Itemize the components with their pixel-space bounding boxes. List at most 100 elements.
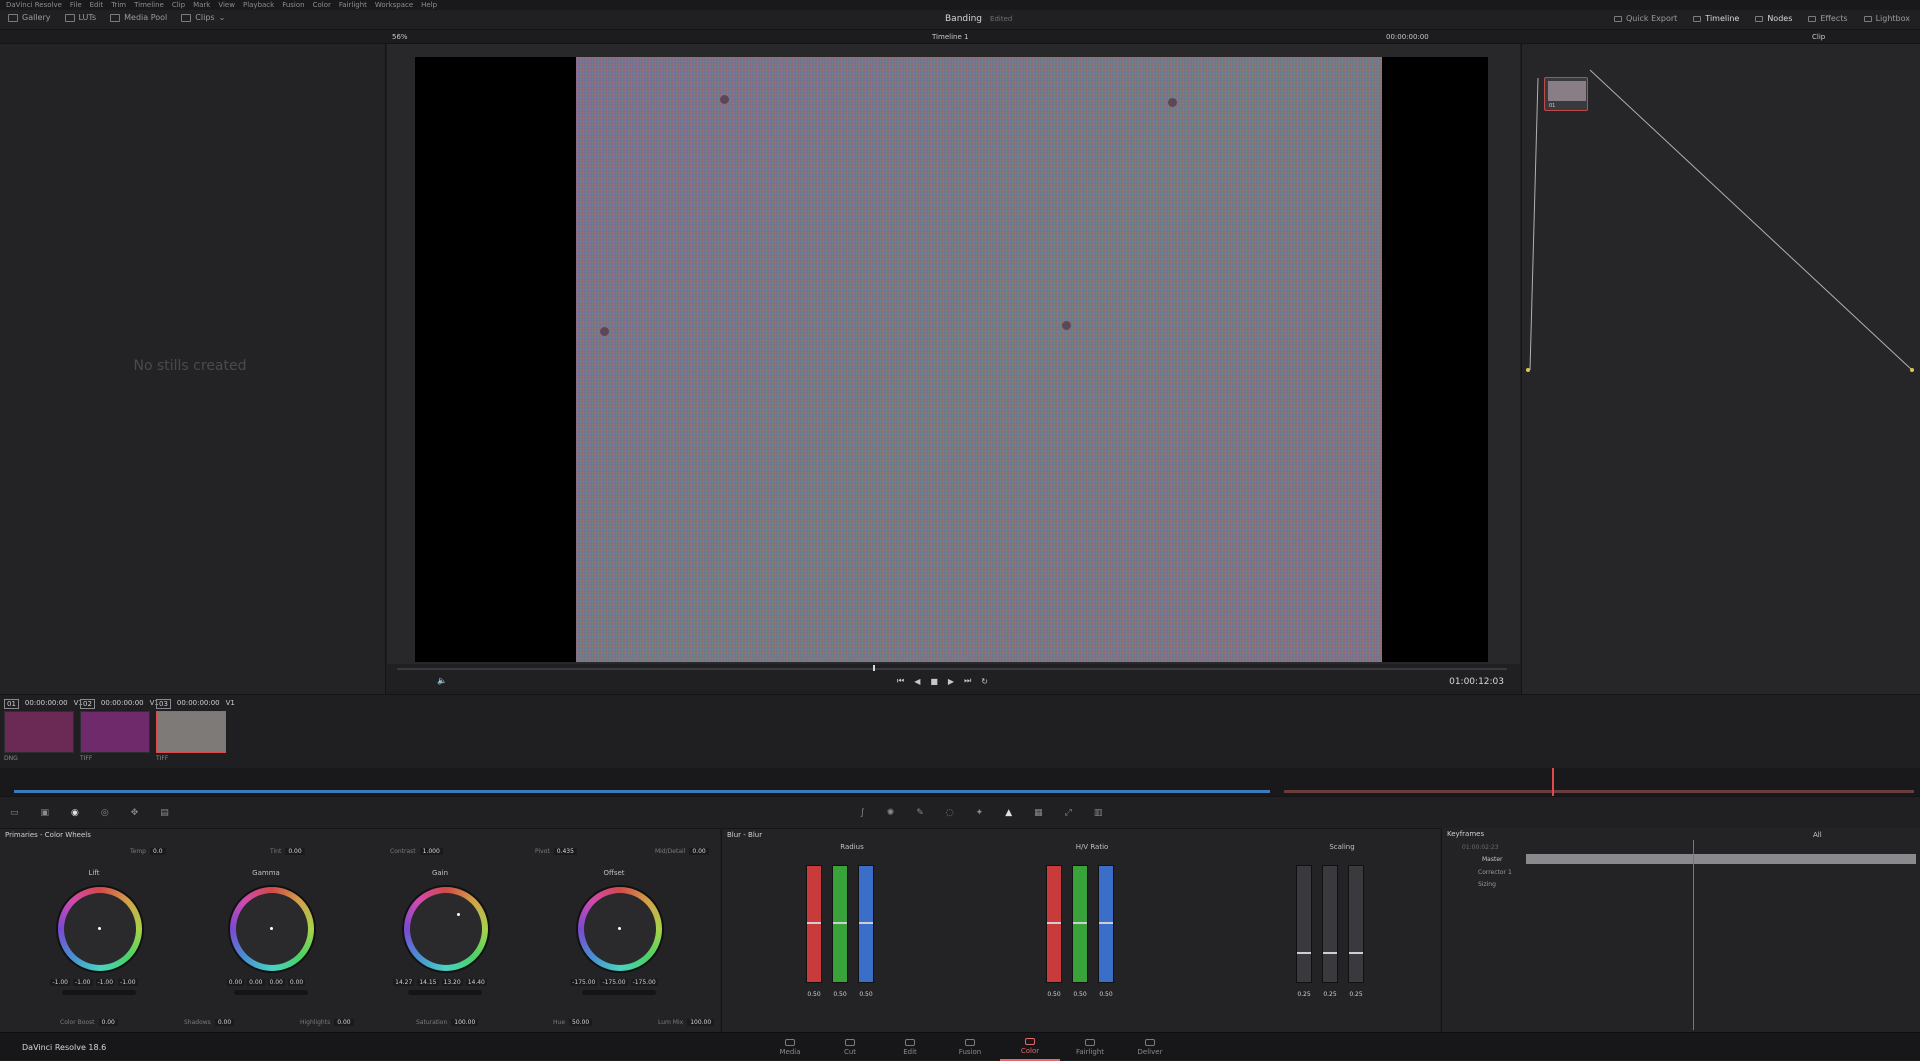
key-icon[interactable]: ▦	[1034, 808, 1043, 818]
kf-row-master[interactable]: Master	[1482, 856, 1503, 863]
contrast-param[interactable]: Contrast 1.000	[390, 848, 443, 855]
luts-button[interactable]: LUTs	[64, 13, 96, 22]
page-tab-cut[interactable]: Cut	[820, 1033, 880, 1061]
clip-mode-select[interactable]: Clip	[1812, 33, 1825, 41]
3d-icon[interactable]: ▥	[1094, 808, 1103, 818]
node-01[interactable]: 01	[1544, 77, 1588, 111]
clip-thumbnail[interactable]	[4, 711, 74, 753]
menu-item[interactable]: Clip	[172, 1, 185, 9]
keyframes-filter[interactable]: All	[1813, 831, 1822, 839]
kf-row-sizing[interactable]: Sizing	[1478, 881, 1496, 888]
page-tab-deliver[interactable]: Deliver	[1120, 1033, 1180, 1061]
color-wheel[interactable]	[56, 885, 144, 973]
reverse-icon[interactable]: ◀	[914, 677, 920, 686]
go-to-end-icon[interactable]: ⏭	[964, 676, 971, 686]
menu-item[interactable]: Color	[313, 1, 331, 9]
mini-timeline[interactable]	[0, 768, 1920, 796]
master-wheel-slider[interactable]	[62, 990, 136, 995]
menu-item[interactable]: Edit	[90, 1, 104, 9]
clips-button[interactable]: Clips ⌄	[181, 13, 225, 22]
offset-wheel[interactable]: Offset -175.00 -175.00 -175.00	[544, 869, 684, 1009]
page-tab-color[interactable]: Color	[1000, 1033, 1060, 1061]
page-tab-fairlight[interactable]: Fairlight	[1060, 1033, 1120, 1061]
qualifier-icon[interactable]: ✎	[916, 808, 924, 818]
timecode-display[interactable]: 00:00:00:00	[1386, 33, 1429, 41]
hv-b-bar[interactable]	[1098, 865, 1114, 983]
timeline-button[interactable]: Timeline	[1693, 14, 1739, 23]
color-wheel[interactable]	[576, 885, 664, 973]
master-track[interactable]	[1526, 854, 1916, 864]
sizing-icon[interactable]: ⤢	[1065, 808, 1072, 818]
menu-item[interactable]: Timeline	[134, 1, 164, 9]
go-to-start-icon[interactable]: ⏮	[897, 676, 904, 686]
shadows-param[interactable]: Shadows 0.00	[184, 1019, 235, 1026]
gamma-wheel[interactable]: Gamma 0.00 0.00 0.00 0.00	[196, 869, 336, 1009]
nodes-button[interactable]: Nodes	[1755, 14, 1792, 23]
blur-icon[interactable]: ▲	[1005, 808, 1012, 818]
node-editor[interactable]: 01	[1521, 44, 1920, 694]
radius-r-bar[interactable]	[806, 865, 822, 983]
gallery-button[interactable]: Gallery	[8, 13, 51, 22]
hdr-icon[interactable]: ◎	[101, 808, 109, 818]
radius-g-bar[interactable]	[832, 865, 848, 983]
rgb-mixer-icon[interactable]: ✥	[131, 808, 139, 818]
pivot-param[interactable]: Pivot 0.435	[535, 848, 577, 855]
page-tab-edit[interactable]: Edit	[880, 1033, 940, 1061]
mid-detail-param[interactable]: Mid/Detail 0.00	[655, 848, 709, 855]
scaling-g-bar[interactable]	[1322, 865, 1338, 983]
menu-item[interactable]: Trim	[111, 1, 126, 9]
lightbox-button[interactable]: Lightbox	[1863, 14, 1910, 23]
saturation-param[interactable]: Saturation 100.00	[416, 1019, 479, 1026]
kf-row-corrector[interactable]: Corrector 1	[1478, 869, 1512, 876]
clip-thumbnail[interactable]	[156, 711, 226, 753]
quick-export-button[interactable]: Quick Export	[1613, 14, 1677, 23]
color-wheels-icon[interactable]: ◉	[71, 808, 79, 818]
highlights-param[interactable]: Highlights 0.00	[300, 1019, 354, 1026]
gain-wheel[interactable]: Gain 14.27 14.15 13.20 14.40	[370, 869, 510, 1009]
menu-item[interactable]: DaVinci Resolve	[6, 1, 62, 9]
viewer[interactable]	[387, 44, 1520, 664]
menu-item[interactable]: Playback	[243, 1, 274, 9]
hv-g-bar[interactable]	[1072, 865, 1088, 983]
keyframe-playhead[interactable]	[1693, 840, 1694, 1030]
play-icon[interactable]: ▶	[948, 677, 954, 686]
menu-item[interactable]: View	[218, 1, 235, 9]
tracker-icon[interactable]: ✦	[976, 808, 984, 818]
effects-button[interactable]: Effects	[1808, 14, 1848, 23]
menu-item[interactable]: Fairlight	[339, 1, 367, 9]
clip-bar[interactable]	[650, 790, 1270, 793]
zoom-select[interactable]: 56%	[392, 33, 408, 41]
timeline-select[interactable]: Timeline 1	[932, 33, 968, 41]
color-warper-icon[interactable]: ✺	[887, 808, 895, 818]
scaling-r-bar[interactable]	[1296, 865, 1312, 983]
color-wheel[interactable]	[402, 885, 490, 973]
lift-wheel[interactable]: Lift -1.00 -1.00 -1.00 -1.00	[24, 869, 164, 1009]
curves-icon[interactable]: ∫	[860, 808, 865, 818]
master-wheel-slider[interactable]	[582, 990, 656, 995]
clip-bar[interactable]	[14, 790, 650, 793]
clip-bar[interactable]	[1284, 790, 1914, 793]
menu-item[interactable]: File	[70, 1, 82, 9]
temp-param[interactable]: Temp 0.0	[130, 848, 166, 855]
menu-item[interactable]: Workspace	[375, 1, 413, 9]
menu-item[interactable]: Mark	[193, 1, 210, 9]
color-boost-param[interactable]: Color Boost 0.00	[60, 1019, 118, 1026]
hue-param[interactable]: Hue 50.00	[553, 1019, 593, 1026]
timeline-playhead[interactable]	[1552, 768, 1554, 796]
master-wheel-slider[interactable]	[234, 990, 308, 995]
stop-icon[interactable]: ■	[930, 677, 938, 686]
master-wheel-slider[interactable]	[408, 990, 482, 995]
media-pool-button[interactable]: Media Pool	[110, 13, 167, 22]
color-match-icon[interactable]: ▣	[41, 808, 50, 818]
menu-item[interactable]: Fusion	[282, 1, 304, 9]
page-tab-fusion[interactable]: Fusion	[940, 1033, 1000, 1061]
tint-param[interactable]: Tint 0.00	[270, 848, 305, 855]
hv-r-bar[interactable]	[1046, 865, 1062, 983]
radius-b-bar[interactable]	[858, 865, 874, 983]
clip-thumbnail[interactable]	[80, 711, 150, 753]
motion-effects-icon[interactable]: ▤	[160, 808, 169, 818]
volume-icon[interactable]: 🔈	[437, 676, 447, 685]
scrubber-track[interactable]	[397, 668, 1507, 670]
window-icon[interactable]: ◌	[946, 808, 954, 818]
page-tab-media[interactable]: Media	[760, 1033, 820, 1061]
